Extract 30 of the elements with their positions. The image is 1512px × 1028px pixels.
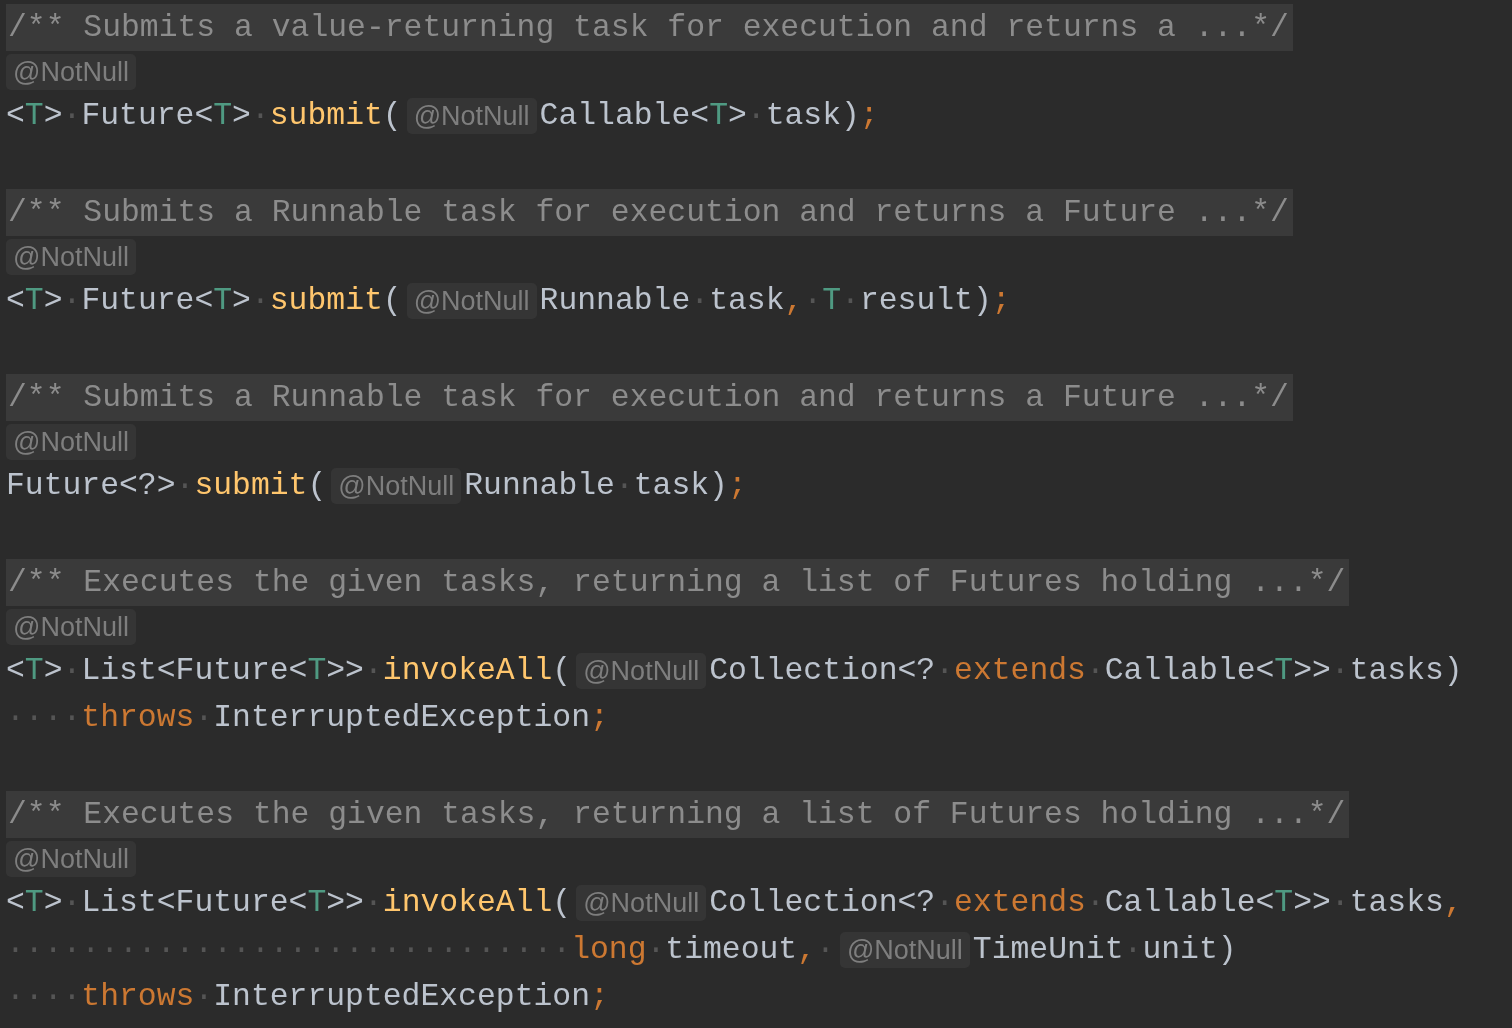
annotation-hint: @NotNull xyxy=(6,53,136,90)
folded-doc-comment[interactable]: /** Submits a Runnable task for execution and returns a Future ...*/ xyxy=(6,189,1293,236)
folded-doc-comment[interactable]: /** Executes the given tasks, returning a list of Futures holding ...*/ xyxy=(6,559,1350,606)
folded-doc-comment[interactable]: /** Executes the given tasks, returning a list of Futures holding ...*/ xyxy=(6,791,1350,838)
code-text: <T>·Future<T>·submit( xyxy=(6,97,402,135)
parameter-annotation-hint: @NotNull xyxy=(406,97,537,134)
code-text: Collection<?·extends·Callable<T>>·tasks, xyxy=(709,884,1463,922)
code-text: <T>·Future<T>·submit( xyxy=(6,282,402,320)
parameter-annotation-hint: @NotNull xyxy=(406,282,537,319)
annotation-hint: @NotNull xyxy=(6,840,136,877)
code-text: Runnable·task); xyxy=(464,467,747,505)
code-text: Runnable·task,·T·result); xyxy=(539,282,1011,320)
annotation-hint: @NotNull xyxy=(6,608,136,645)
code-text: Callable<T>·task); xyxy=(539,97,879,135)
code-text: ····throws·InterruptedException; xyxy=(6,699,609,737)
folded-doc-comment[interactable]: /** Submits a value-returning task for execution and returns a ...*/ xyxy=(6,4,1293,51)
annotation-hint: @NotNull xyxy=(6,238,136,275)
parameter-annotation-hint: @NotNull xyxy=(576,884,707,921)
parameter-annotation-hint: @NotNull xyxy=(839,931,970,968)
code-text: <T>·List<Future<T>>·invokeAll( xyxy=(6,884,572,922)
code-text: Collection<?·extends·Callable<T>>·tasks) xyxy=(709,652,1463,690)
code-text: TimeUnit·unit) xyxy=(972,931,1237,969)
folded-doc-comment[interactable]: /** Submits a Runnable task for execution and returns a Future ...*/ xyxy=(6,374,1293,421)
code-text: ····throws·InterruptedException; xyxy=(6,978,609,1016)
code-text: <T>·List<Future<T>>·invokeAll( xyxy=(6,652,572,690)
parameter-annotation-hint: @NotNull xyxy=(331,467,462,504)
parameter-annotation-hint: @NotNull xyxy=(576,652,707,689)
code-text: ······························long·timeout,· xyxy=(6,931,835,969)
code-text: Future<?>·submit( xyxy=(6,467,327,505)
annotation-hint: @NotNull xyxy=(6,423,136,460)
